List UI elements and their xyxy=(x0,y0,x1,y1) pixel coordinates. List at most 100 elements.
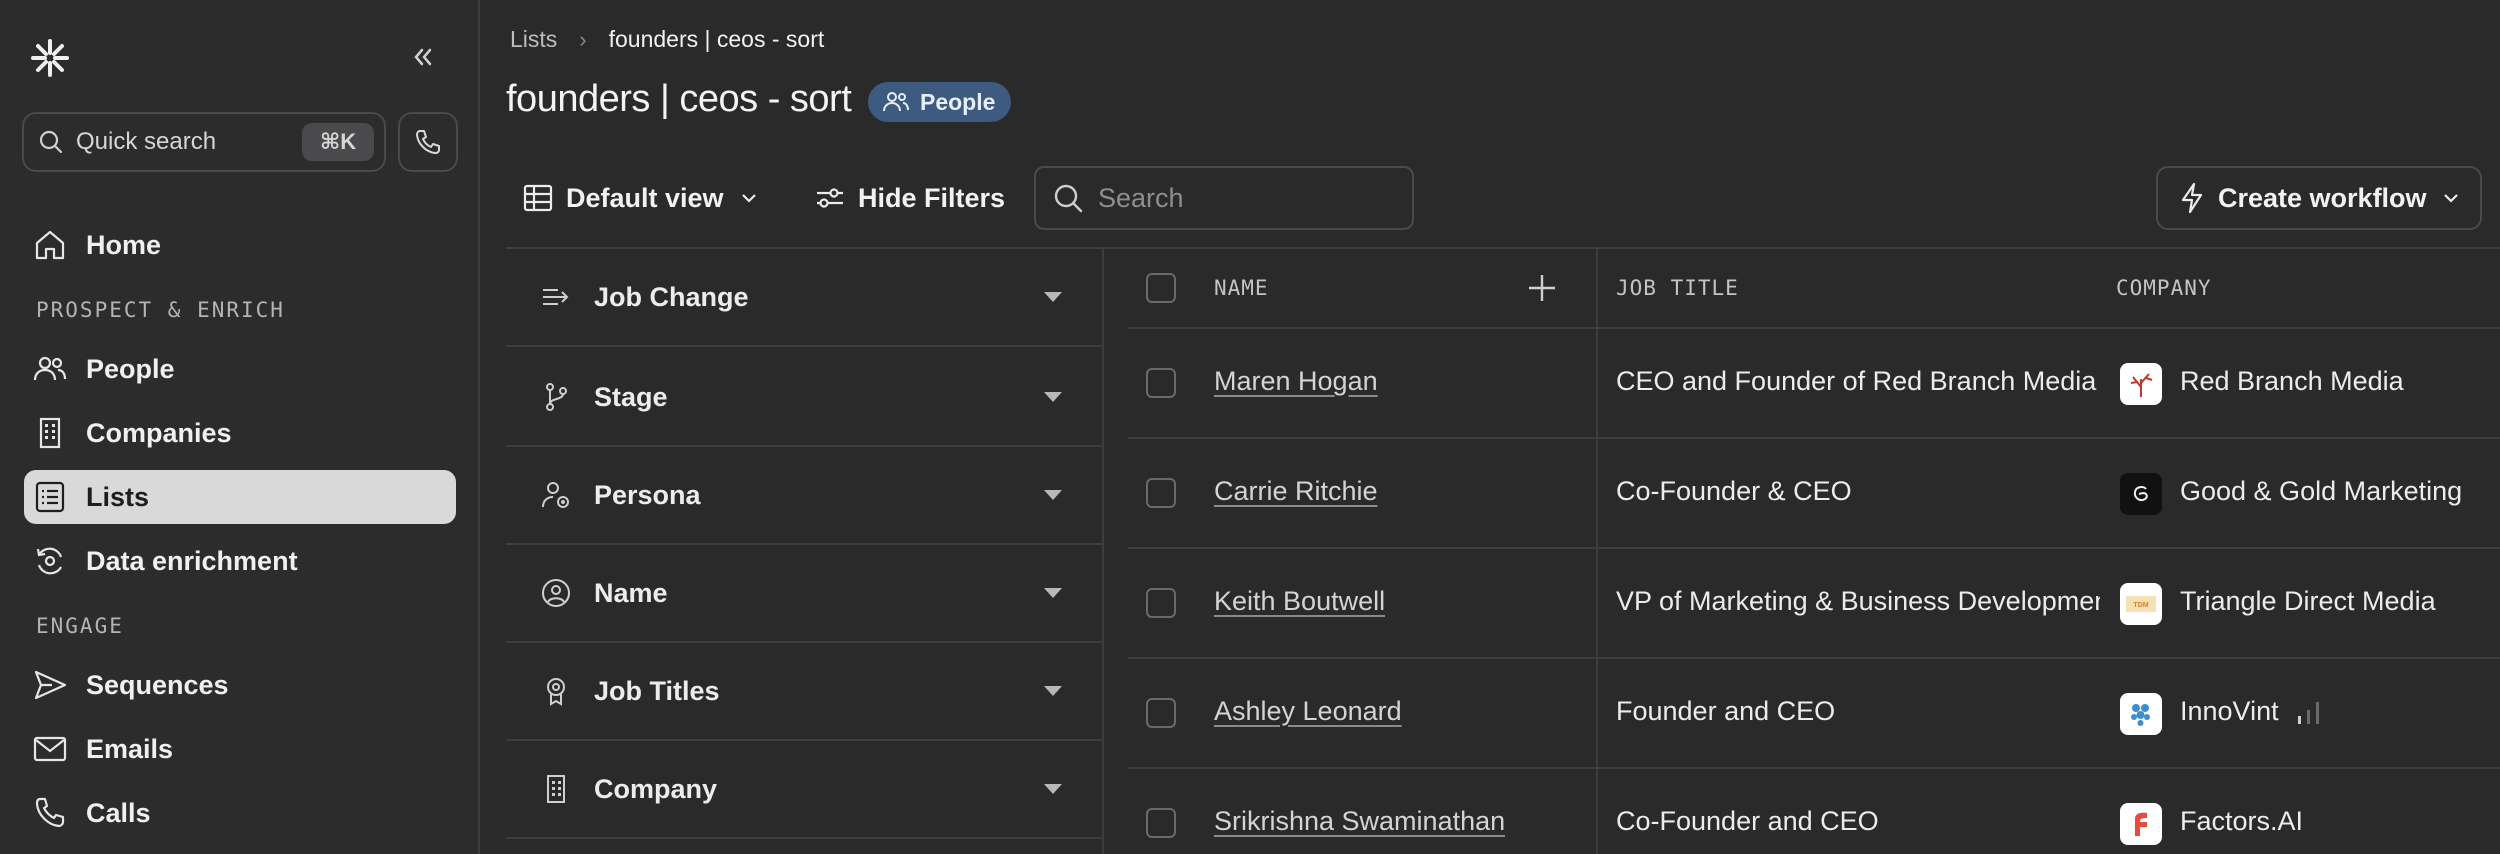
lightning-icon xyxy=(2181,182,2203,214)
tdm-logo-icon: TDM xyxy=(2126,596,2156,612)
company-logo xyxy=(2120,363,2162,405)
breadcrumb-current: founders | ceos - sort xyxy=(608,26,825,52)
job-title-cell: Founder and CEO xyxy=(1616,696,1836,726)
nav-sequences[interactable]: Sequences xyxy=(24,658,456,712)
select-all-checkbox[interactable] xyxy=(1146,273,1176,303)
send-icon xyxy=(34,670,67,700)
list-type-badge: People xyxy=(868,82,1012,122)
collapse-sidebar-icon[interactable] xyxy=(408,42,438,72)
badge-award-icon xyxy=(547,678,565,706)
workflow-label: Create workflow xyxy=(2218,182,2427,213)
row-checkbox[interactable] xyxy=(1146,698,1176,728)
filter-label: Job Titles xyxy=(594,675,720,706)
column-header-job-title[interactable]: JOB TITLE xyxy=(1616,249,1739,327)
persona-icon xyxy=(542,482,569,508)
filter-company[interactable]: Company xyxy=(506,741,1104,839)
logo-icon[interactable] xyxy=(30,38,70,78)
filter-name[interactable]: Name xyxy=(506,545,1104,643)
breadcrumb-separator: › xyxy=(579,26,587,52)
company-name[interactable]: InnoVint xyxy=(2180,696,2279,727)
table-search[interactable] xyxy=(1034,166,1414,230)
row-divider xyxy=(1128,657,2500,659)
column-header-company[interactable]: COMPANY xyxy=(2116,249,2212,327)
caret-down-icon xyxy=(1044,392,1062,402)
filter-label: Job Change xyxy=(594,281,749,312)
row-divider xyxy=(1128,767,2500,769)
quick-search-label: Quick search xyxy=(76,128,217,155)
row-divider xyxy=(1128,437,2500,439)
hide-filters-label: Hide Filters xyxy=(858,182,1006,213)
dialer-button[interactable] xyxy=(398,112,458,172)
breadcrumb: Lists › founders | ceos - sort xyxy=(510,26,824,53)
table-icon xyxy=(523,184,553,212)
company-name[interactable]: Factors.AI xyxy=(2180,806,2303,837)
person-name-link[interactable]: Carrie Ritchie xyxy=(1214,476,1378,507)
row-divider xyxy=(1128,327,2500,329)
company-name[interactable]: Good & Gold Marketing xyxy=(2180,476,2462,507)
nav-label: Lists xyxy=(86,481,150,512)
row-checkbox[interactable] xyxy=(1146,588,1176,618)
search-input[interactable] xyxy=(1098,182,1398,214)
mail-icon xyxy=(33,736,67,762)
hide-filters-button[interactable]: Hide Filters xyxy=(814,170,1005,226)
filter-job-change[interactable]: Job Change xyxy=(506,249,1104,347)
shortcut-badge: ⌘K xyxy=(302,123,374,161)
good-gold-logo-icon xyxy=(2133,486,2148,502)
row-checkbox[interactable] xyxy=(1146,368,1176,398)
page-title: founders | ceos - sort xyxy=(506,78,852,120)
person-name-link[interactable]: Ashley Leonard xyxy=(1214,696,1402,727)
view-label: Default view xyxy=(566,182,724,213)
nav-people[interactable]: People xyxy=(24,342,456,396)
row-divider xyxy=(1128,547,2500,549)
view-selector[interactable]: Default view xyxy=(522,170,760,226)
filter-job-titles[interactable]: Job Titles xyxy=(506,643,1104,741)
caret-down-icon xyxy=(1044,292,1062,302)
filter-stage[interactable]: Stage xyxy=(506,349,1104,447)
nav-calls[interactable]: Calls xyxy=(24,786,456,840)
nav-label: Sequences xyxy=(86,669,229,700)
column-divider xyxy=(1596,249,1598,854)
nav-companies[interactable]: Companies xyxy=(24,406,456,460)
row-checkbox[interactable] xyxy=(1146,478,1176,508)
chevron-down-icon xyxy=(741,194,756,203)
filter-label: Name xyxy=(594,577,668,608)
refresh-icon xyxy=(36,547,63,575)
nav-home[interactable]: Home xyxy=(24,218,456,272)
phone-icon xyxy=(416,130,440,154)
nav-lists[interactable]: Lists xyxy=(24,470,456,524)
filter-label: Persona xyxy=(594,479,701,510)
filters-panel: Job Change Stage Persona Name Job Titles… xyxy=(506,249,1104,854)
nav-data-enrichment[interactable]: Data enrichment xyxy=(24,534,456,588)
add-column-icon[interactable] xyxy=(1526,272,1558,304)
filter-persona[interactable]: Persona xyxy=(506,447,1104,545)
nav-emails[interactable]: Emails xyxy=(24,722,456,776)
filter-label: Stage xyxy=(594,381,668,412)
company-logo xyxy=(2120,693,2162,735)
job-title-cell: VP of Marketing & Business Development xyxy=(1616,586,2100,616)
red-branch-logo-icon xyxy=(2130,373,2153,397)
caret-down-icon xyxy=(1044,490,1062,500)
nav-label: Home xyxy=(86,229,162,260)
create-workflow-button[interactable]: Create workflow xyxy=(2156,166,2482,230)
person-name-link[interactable]: Keith Boutwell xyxy=(1214,586,1385,617)
column-header-name[interactable]: NAME xyxy=(1214,249,1269,327)
job-change-icon xyxy=(543,289,569,305)
company-name[interactable]: Triangle Direct Media xyxy=(2180,586,2436,617)
section-prospect-enrich: PROSPECT & ENRICH xyxy=(36,298,285,322)
signal-bars-icon xyxy=(2298,702,2319,724)
chevron-down-icon xyxy=(2444,194,2458,203)
person-name-link[interactable]: Srikrishna Swaminathan xyxy=(1214,806,1505,837)
caret-down-icon xyxy=(1044,588,1062,598)
company-logo xyxy=(2120,473,2162,515)
company-name[interactable]: Red Branch Media xyxy=(2180,366,2404,397)
breadcrumb-lists[interactable]: Lists xyxy=(510,26,557,53)
person-name-link[interactable]: Maren Hogan xyxy=(1214,366,1378,397)
svg-text:TDM: TDM xyxy=(2133,602,2148,609)
row-checkbox[interactable] xyxy=(1146,808,1176,838)
nav-label: Companies xyxy=(86,417,232,448)
quick-search[interactable]: Quick search ⌘K xyxy=(22,112,386,172)
factors-logo-icon xyxy=(2135,812,2147,836)
nav-label: Calls xyxy=(86,797,151,828)
nav-label: Data enrichment xyxy=(86,545,298,576)
user-circle-icon xyxy=(542,579,570,607)
